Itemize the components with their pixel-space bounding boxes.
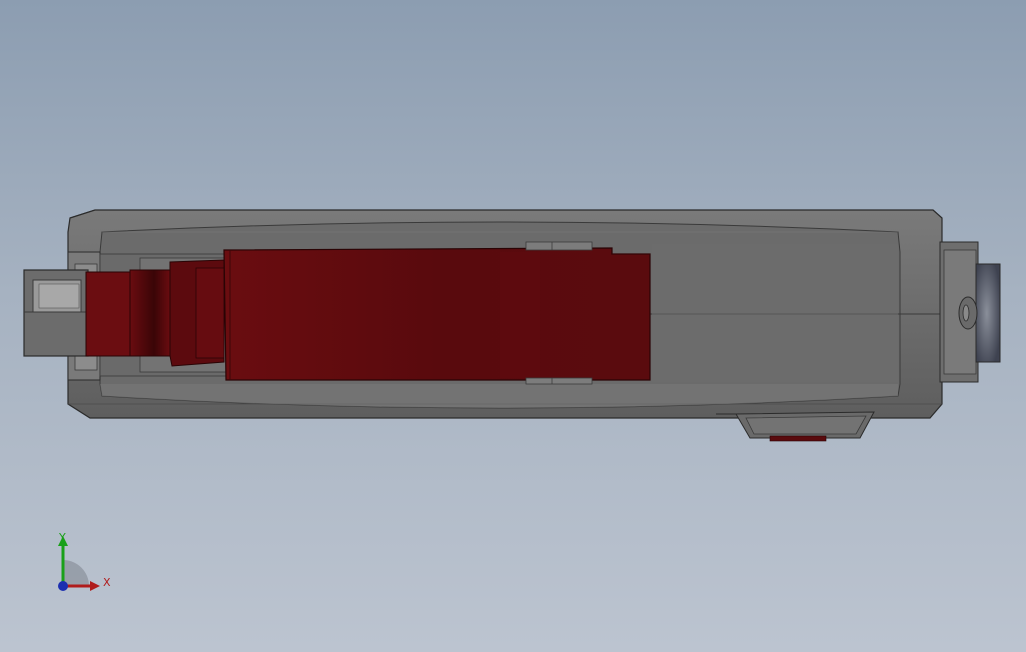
xy-plane-quarter-disc-icon bbox=[58, 536, 100, 591]
bottom-set-button[interactable] bbox=[716, 411, 875, 442]
graphics-viewport[interactable]: Y X bbox=[0, 0, 1026, 652]
cable-connector bbox=[939, 241, 1001, 383]
x-axis-label: X bbox=[103, 576, 111, 589]
y-axis-label: Y bbox=[59, 531, 66, 544]
x-axis-arrowhead bbox=[90, 581, 100, 591]
red-protective-cover[interactable] bbox=[85, 247, 651, 381]
fiber-inlet-cap bbox=[23, 269, 89, 357]
sensor-model[interactable] bbox=[0, 0, 1026, 652]
z-axis-dot bbox=[58, 581, 68, 591]
coordinate-triad: Y X bbox=[40, 528, 120, 600]
